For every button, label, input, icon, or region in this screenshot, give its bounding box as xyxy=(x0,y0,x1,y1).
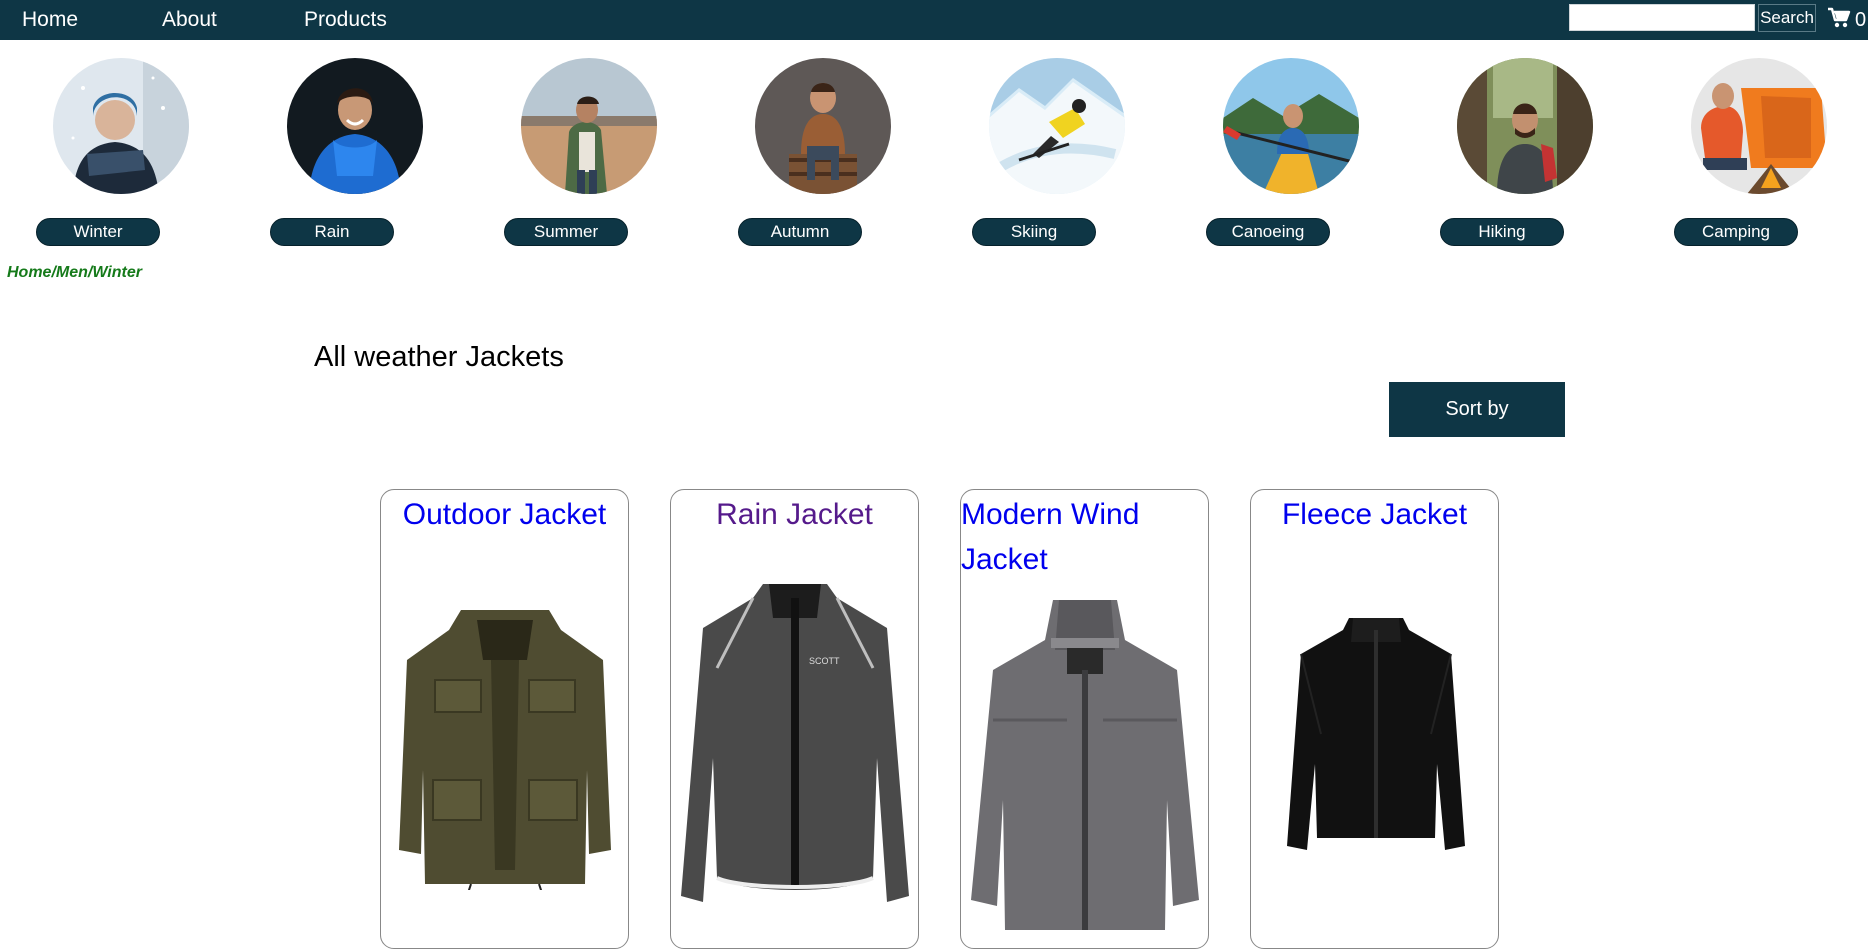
hiking-category-image[interactable] xyxy=(1457,58,1593,194)
camping-category-image[interactable] xyxy=(1691,58,1827,194)
autumn-category-image[interactable] xyxy=(755,58,891,194)
product-title-link[interactable]: Outdoor Jacket xyxy=(381,492,628,537)
page-title: All weather Jackets xyxy=(314,341,564,373)
category-button-camping[interactable]: Camping xyxy=(1674,218,1798,246)
category-camping: Camping xyxy=(1674,58,1829,258)
search-input[interactable] xyxy=(1569,4,1755,31)
category-summer: Summer xyxy=(504,58,659,258)
cart-icon xyxy=(1827,7,1851,34)
product-card: Outdoor Jacket xyxy=(380,489,629,949)
product-card: Modern Wind Jacket xyxy=(960,489,1209,949)
product-title-link[interactable]: Modern Wind Jacket xyxy=(961,492,1208,582)
category-hiking: Hiking xyxy=(1440,58,1595,258)
category-button-skiing[interactable]: Skiing xyxy=(972,218,1096,246)
svg-text:SCOTT: SCOTT xyxy=(809,656,840,666)
nav-link-about[interactable]: About xyxy=(162,8,217,32)
outdoor-jacket-image[interactable] xyxy=(391,600,619,890)
category-winter: Winter xyxy=(36,58,191,258)
top-nav-bar: Home About Products Search 0 xyxy=(0,0,1868,40)
product-card: Rain Jacket SCOTT xyxy=(670,489,919,949)
product-title-link[interactable]: Rain Jacket xyxy=(671,492,918,537)
category-button-hiking[interactable]: Hiking xyxy=(1440,218,1564,246)
rain-jacket-image[interactable]: SCOTT xyxy=(677,578,913,908)
fleece-jacket-image[interactable] xyxy=(1281,614,1471,854)
nav-link-products[interactable]: Products xyxy=(304,8,387,32)
search-button[interactable]: Search xyxy=(1758,4,1816,32)
cart-count: 0 xyxy=(1855,8,1867,31)
product-title-link[interactable]: Fleece Jacket xyxy=(1251,492,1498,537)
sort-by-button[interactable]: Sort by xyxy=(1389,382,1565,437)
category-button-winter[interactable]: Winter xyxy=(36,218,160,246)
category-button-summer[interactable]: Summer xyxy=(504,218,628,246)
category-button-rain[interactable]: Rain xyxy=(270,218,394,246)
nav-link-home[interactable]: Home xyxy=(22,8,78,32)
category-autumn: Autumn xyxy=(738,58,893,258)
summer-category-image[interactable] xyxy=(521,58,657,194)
winter-category-image[interactable] xyxy=(53,58,189,194)
category-skiing: Skiing xyxy=(972,58,1127,258)
skiing-category-image[interactable] xyxy=(989,58,1125,194)
category-button-autumn[interactable]: Autumn xyxy=(738,218,862,246)
cart-button[interactable]: 0 xyxy=(1827,7,1866,33)
modern-wind-jacket-image[interactable] xyxy=(967,600,1203,930)
canoeing-category-image[interactable] xyxy=(1223,58,1359,194)
category-canoeing: Canoeing xyxy=(1206,58,1361,258)
rain-category-image[interactable] xyxy=(287,58,423,194)
category-button-canoeing[interactable]: Canoeing xyxy=(1206,218,1330,246)
category-rain: Rain xyxy=(270,58,425,258)
breadcrumb[interactable]: Home/Men/Winter xyxy=(7,264,142,282)
product-card: Fleece Jacket xyxy=(1250,489,1499,949)
